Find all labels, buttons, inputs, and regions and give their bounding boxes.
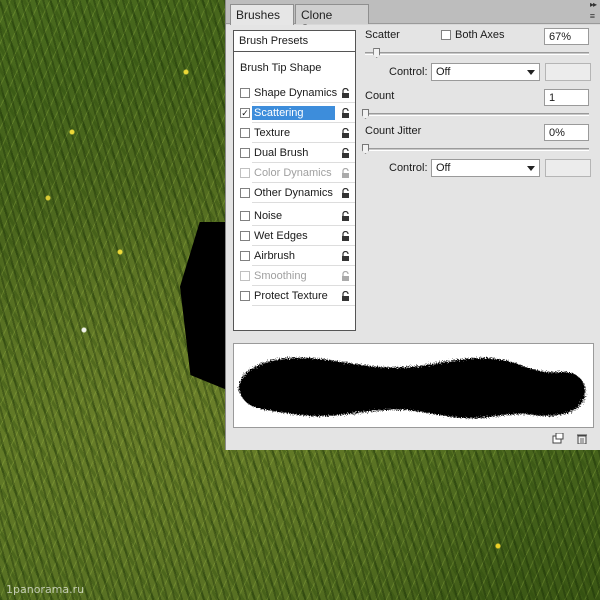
collapse-panel-icon[interactable]: ▸▸ [590,0,597,9]
option-item-smoothing[interactable]: Smoothing [234,266,355,286]
option-item-noise[interactable]: Noise [234,206,355,226]
count-label: Count [365,90,395,102]
brush-stroke-preview [233,343,594,428]
brush-presets-label: Brush Presets [239,35,309,47]
option-checkbox[interactable] [240,251,250,261]
option-checkbox[interactable] [240,291,250,301]
option-label: Color Dynamics [254,167,332,179]
option-checkbox[interactable] [240,128,250,138]
control2-dropdown-value: Off [436,162,451,174]
option-checkbox [240,271,250,281]
option-checkbox[interactable] [240,88,250,98]
option-separator [252,202,355,203]
option-checkbox[interactable] [240,188,250,198]
lock-icon[interactable] [341,188,350,198]
option-item-scattering[interactable]: ✓ Scattering [234,103,355,123]
option-item-dual-brush[interactable]: Dual Brush [234,143,355,163]
brush-options-list: Brush Presets Brush Tip Shape Shape Dyna… [233,30,356,331]
option-checkbox[interactable]: ✓ [240,108,250,118]
both-axes-checkbox[interactable] [441,30,451,40]
option-label: Texture [254,127,291,139]
option-item-color-dynamics[interactable]: Color Dynamics [234,163,355,183]
option-separator [252,305,355,306]
tab-brushes-label: Brushes [236,8,281,22]
option-item-airbrush[interactable]: Airbrush [234,246,355,266]
lock-icon[interactable] [341,231,350,241]
option-label: Shape Dynamics [254,87,338,99]
count-slider-thumb[interactable] [362,109,369,119]
option-label: Protect Texture [254,290,328,302]
count-slider-track[interactable] [365,113,589,116]
control2-dropdown[interactable]: Off [431,159,540,177]
chevron-down-icon [527,70,535,75]
scatter-slider-track[interactable] [365,52,589,55]
option-label: Dual Brush [254,147,309,159]
control-fade-field [545,63,591,81]
option-checkbox[interactable] [240,148,250,158]
trash-icon[interactable] [576,433,588,444]
count-jitter-slider-thumb[interactable] [362,144,369,154]
panel-tab-bar: Brushes × Clone Source ▸▸ ≡ [226,0,600,36]
lock-icon[interactable] [341,108,350,118]
control2-label: Control: [389,162,428,174]
count-jitter-slider-track[interactable] [365,148,589,151]
option-item-texture[interactable]: Texture [234,123,355,143]
option-checkbox[interactable] [240,211,250,221]
tab-clone-source[interactable]: Clone Source [295,4,369,36]
count-jitter-label: Count Jitter [365,125,422,137]
option-label: Smoothing [254,270,307,282]
brush-tip-shape-item[interactable]: Brush Tip Shape [240,62,321,74]
lock-icon[interactable] [341,251,350,261]
option-checkbox[interactable] [240,231,250,241]
brushes-panel: Brushes × Clone Source ▸▸ ≡ Brush Preset… [225,0,600,450]
scatter-slider-thumb[interactable] [373,48,381,58]
lock-icon[interactable] [341,128,350,138]
new-brush-icon[interactable] [552,433,564,444]
control-dropdown-value: Off [436,66,451,78]
tab-brushes[interactable]: Brushes × [230,4,294,36]
lock-icon [342,168,349,178]
chevron-down-icon [527,166,535,171]
brush-tip-shape-label: Brush Tip Shape [240,62,322,74]
lock-icon[interactable] [341,148,350,158]
control-dropdown[interactable]: Off [431,63,540,81]
count-value-field[interactable]: 1 [544,89,589,106]
option-item-wet-edges[interactable]: Wet Edges [234,226,355,246]
count-jitter-value-field[interactable]: 0% [544,124,589,141]
option-label: Other Dynamics [254,187,333,199]
lock-icon[interactable] [341,291,350,301]
panel-body: Brush Presets Brush Tip Shape Shape Dyna… [226,25,600,450]
both-axes-label: Both Axes [455,29,505,41]
option-label: Wet Edges [254,230,308,242]
option-label: Scattering [252,106,335,120]
control2-fade-field [545,159,591,177]
lock-icon[interactable] [341,211,350,221]
panel-menu-icon[interactable]: ≡ [590,11,595,21]
brush-presets-button[interactable]: Brush Presets [234,31,355,52]
scatter-label: Scatter [365,29,400,41]
option-item-shape-dynamics[interactable]: Shape Dynamics [234,83,355,103]
scatter-value-field[interactable]: 67% [544,28,589,45]
option-checkbox [240,168,250,178]
option-label: Airbrush [254,250,295,262]
watermark: 1panorama.ru [6,583,85,596]
option-label: Noise [254,210,283,222]
control-label: Control: [389,66,428,78]
stroke-preview-graphic [238,357,586,419]
lock-icon [342,271,349,281]
lock-icon[interactable] [341,88,350,98]
option-item-other-dynamics[interactable]: Other Dynamics [234,183,355,203]
option-item-protect-texture[interactable]: Protect Texture [234,286,355,306]
